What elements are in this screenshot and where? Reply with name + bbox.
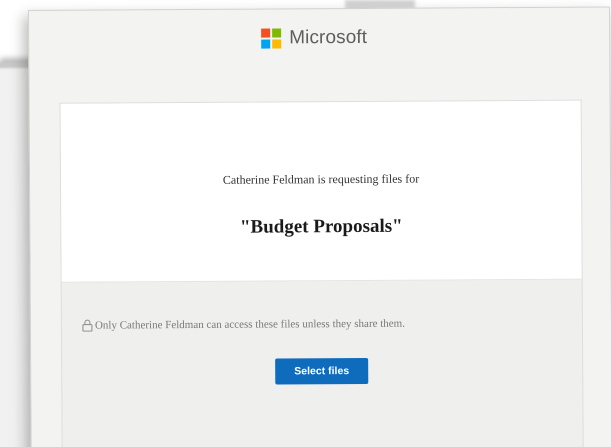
logo-green-square: [272, 28, 282, 38]
select-files-button[interactable]: Select files: [275, 357, 369, 385]
logo-blue-square: [261, 39, 271, 49]
access-note-text: Only Catherine Feldman can access these …: [94, 317, 406, 332]
request-summary: Catherine Feldman is requesting files fo…: [60, 100, 582, 283]
request-card: Catherine Feldman is requesting files fo…: [59, 99, 584, 447]
brand-name: Microsoft: [289, 26, 368, 49]
screen: Microsoft Catherine Feldman is requestin…: [0, 0, 611, 447]
brand-header: Microsoft: [261, 23, 367, 54]
logo-yellow-square: [272, 39, 282, 49]
logo-red-square: [261, 28, 271, 38]
file-request-dialog: Microsoft Catherine Feldman is requestin…: [28, 6, 611, 447]
lock-icon: [82, 319, 93, 332]
requester-line: Catherine Feldman is requesting files fo…: [222, 171, 420, 187]
folder-name: "Budget Proposals": [239, 215, 403, 238]
access-note: Only Catherine Feldman can access these …: [82, 317, 405, 332]
microsoft-logo-icon: [261, 28, 282, 49]
